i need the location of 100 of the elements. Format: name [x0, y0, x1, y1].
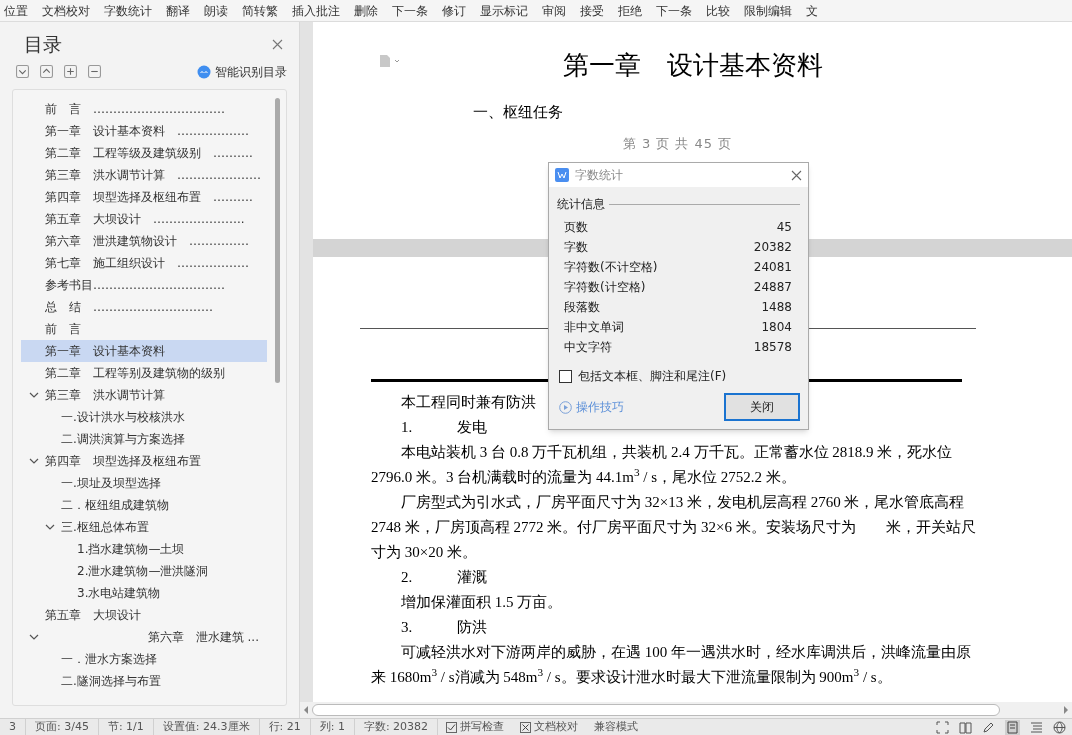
toc-item[interactable]: 第一章 设计基本资料 ……………… [21, 119, 267, 142]
stat-value: 1804 [761, 319, 792, 336]
stat-label: 中文字符 [564, 339, 612, 356]
dialog-title: 字数统计 [575, 167, 624, 184]
toc-item[interactable]: 1.挡水建筑物—土坝 [21, 537, 267, 560]
toc-item[interactable]: 第一章 设计基本资料 [21, 339, 267, 362]
list-number: 2. [401, 568, 414, 587]
toc-item[interactable]: 二．枢纽组成建筑物 [21, 493, 267, 516]
toolbar-button[interactable]: 文 [806, 1, 818, 20]
stat-label: 字数 [564, 239, 588, 256]
stat-value: 1488 [761, 299, 792, 316]
status-toggle[interactable]: 拼写检查 [438, 718, 513, 735]
toc-item[interactable]: 一．泄水方案选择 [21, 647, 267, 670]
toc-item[interactable]: 一.坝址及坝型选择 [21, 471, 267, 494]
stat-label: 字符数(计空格) [564, 279, 646, 296]
toolbar-button[interactable]: 朗读 [204, 1, 228, 20]
toc-item[interactable]: 前 言 …………………………… [21, 97, 267, 120]
status-item[interactable]: 节: 1/1 [98, 718, 154, 735]
toc-item[interactable]: 第五章 大坝设计 [21, 603, 267, 626]
toc-item[interactable]: 第四章 坝型选择及枢纽布置 [21, 449, 267, 472]
toolbar-button[interactable]: 位置 [4, 1, 28, 20]
toolbar-button[interactable]: 字数统计 [104, 1, 152, 20]
page-number: 第 3 页 共 45 页 [622, 134, 733, 153]
toc-item[interactable]: 第六章 泄水建筑 ... [21, 625, 267, 648]
status-item[interactable]: 列: 1 [310, 718, 355, 735]
toc-item[interactable]: 3.水电站建筑物 [21, 581, 267, 604]
stat-value: 24081 [753, 259, 792, 276]
expand-down-icon[interactable] [16, 65, 29, 78]
checkbox[interactable] [559, 369, 572, 383]
smart-toc-button[interactable]: 智能识别目录 [197, 62, 287, 81]
toolbar-button[interactable]: 显示标记 [480, 1, 528, 20]
status-item[interactable]: 3 [0, 718, 26, 735]
toolbar-button[interactable]: 限制编辑 [744, 1, 792, 20]
toc-item[interactable]: 一.设计洪水与校核洪水 [21, 405, 267, 428]
scroll-right-icon[interactable] [1062, 706, 1070, 714]
stat-label: 非中文单词 [564, 319, 624, 336]
group-label: 统计信息 [557, 196, 605, 213]
status-item[interactable]: 行: 21 [259, 718, 311, 735]
status-item[interactable]: 字数: 20382 [354, 718, 439, 735]
body-paragraph: 本工程同时兼有防洪 [400, 393, 536, 412]
fullscreen-icon[interactable] [936, 720, 949, 734]
plus-icon[interactable] [64, 65, 77, 78]
toolbar-button[interactable]: 拒绝 [618, 1, 642, 20]
stat-label: 字符数(不计空格) [564, 259, 658, 276]
sidebar-title: 目录 [24, 32, 62, 57]
body-paragraph: 可减轻洪水对下游两岸的威胁，在遇 100 年一遇洪水时，经水库调洪后，洪峰流量由原来 1680m$^{3}$ / s消减为 548m$^{3}$ / s。要求设计泄水时最大下泄流量限制为 900m$^{3}$ / s。 [371, 643, 972, 687]
stat-label: 段落数 [564, 299, 600, 316]
toc-item[interactable]: 第三章 洪水调节计算 [21, 383, 267, 406]
body-paragraph: 本电站装机 3 台 0.8 万千瓦机组，共装机 2.4 万千瓦。正常蓄水位 2818.9 米，死水位 2796.0 米。3 台机满载时的流量为 44.1m$^{3}$ / s，尾水位 2752.2 米。 [371, 443, 954, 487]
toolbar-button[interactable]: 插入批注 [292, 1, 340, 20]
toolbar-button[interactable]: 比较 [706, 1, 730, 20]
status-item[interactable]: 页面: 3/45 [26, 718, 99, 735]
scrollbar-thumb[interactable] [275, 97, 280, 383]
toc-item[interactable]: 第三章 洪水调节计算 ………………… [21, 163, 267, 186]
compat-mode-label: 兼容模式 [593, 718, 640, 735]
toolbar-button[interactable]: 下一条 [392, 1, 428, 20]
list-number: 1. [401, 418, 414, 437]
list-heading: 发电 [457, 418, 487, 437]
stat-value: 45 [776, 219, 792, 236]
chapter-heading: 第一章 设计基本资料 [562, 49, 823, 82]
toc-item[interactable]: 第五章 大坝设计 ………………….. [21, 207, 267, 230]
toc-item[interactable]: 第四章 坝型选择及枢纽布置 ………. [21, 185, 267, 208]
toolbar-button[interactable]: 文档校对 [42, 1, 90, 20]
toc-item[interactable]: 第七章 施工组织设计 ……………… [21, 251, 267, 274]
toolbar-button[interactable]: 接受 [580, 1, 604, 20]
globe-icon[interactable] [1053, 720, 1066, 734]
toc-item[interactable]: 前 言 [21, 317, 267, 340]
checkbox-label: 包括文本框、脚注和尾注(F) [578, 368, 727, 385]
toolbar-button[interactable]: 修订 [442, 1, 466, 20]
collapse-up-icon[interactable] [40, 65, 53, 78]
pen-icon[interactable] [982, 720, 995, 734]
stat-label: 页数 [564, 219, 588, 236]
toc-item[interactable]: 第二章 工程等级及建筑级别 ………. [21, 141, 267, 164]
cloud-face-icon [197, 64, 211, 79]
close-icon[interactable] [272, 38, 283, 50]
toolbar-button[interactable]: 简转繁 [242, 1, 278, 20]
scroll-left-icon[interactable] [302, 706, 310, 714]
stat-value: 24887 [753, 279, 792, 296]
body-paragraph: 增加保灌面积 1.5 万亩。 [400, 593, 563, 612]
toc-item[interactable]: 二.调洪演算与方案选择 [21, 427, 267, 450]
toc-item[interactable]: 二.隧洞选择与布置 [21, 669, 267, 692]
status-toggle[interactable]: 文档校对 [512, 718, 587, 735]
page-view-icon[interactable] [1005, 719, 1020, 735]
close-icon[interactable] [791, 169, 802, 181]
close-button[interactable]: 关闭 [724, 393, 800, 421]
toc-item[interactable]: 2.泄水建筑物—泄洪隧洞 [21, 559, 267, 582]
toc-item[interactable]: 第六章 泄洪建筑物设计 …………… [21, 229, 267, 252]
toc-item[interactable]: 第二章 工程等别及建筑物的级别 [21, 361, 267, 384]
toolbar-button[interactable]: 下一条 [656, 1, 692, 20]
toc-item[interactable]: 参考书目…………………………… [21, 273, 267, 296]
toolbar-button[interactable]: 审阅 [542, 1, 566, 20]
book-icon[interactable] [959, 720, 972, 734]
toolbar-button[interactable]: 翻译 [166, 1, 190, 20]
horizontal-scrollbar-thumb[interactable] [312, 704, 1000, 716]
toolbar-button[interactable]: 删除 [354, 1, 378, 20]
stat-value: 20382 [753, 239, 792, 256]
minus-icon[interactable] [88, 65, 101, 78]
toc-item[interactable]: 三.枢纽总体布置 [21, 515, 267, 538]
status-item[interactable]: 设置值: 24.3厘米 [153, 718, 260, 735]
toc-item[interactable]: 总 结 ………………………… [21, 295, 267, 318]
